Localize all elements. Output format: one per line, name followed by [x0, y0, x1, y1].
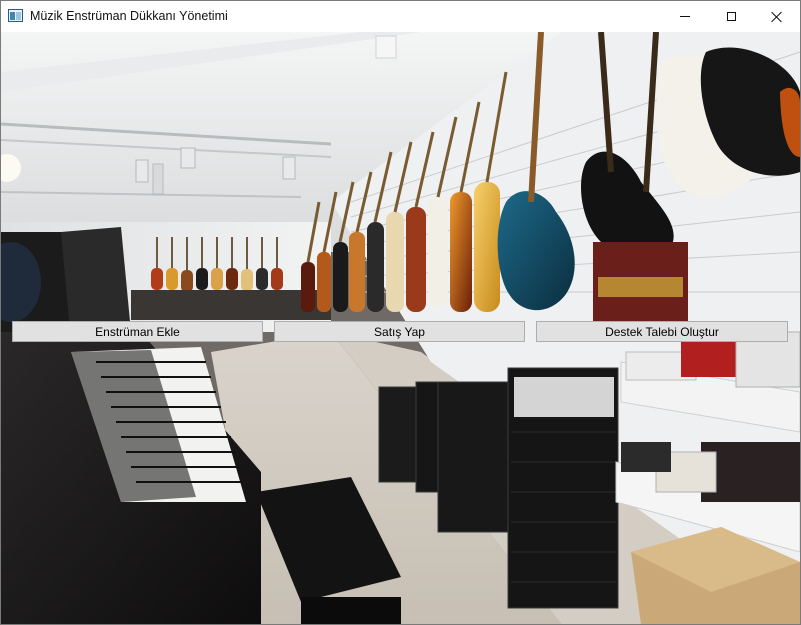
- app-icon: [8, 9, 23, 22]
- main-panel: Enstrüman Ekle Satış Yap Destek Talebi O…: [1, 32, 800, 624]
- minimize-button[interactable]: [662, 1, 708, 32]
- minimize-icon: [680, 16, 690, 17]
- close-icon: [771, 11, 783, 23]
- maximize-button[interactable]: [708, 1, 754, 32]
- app-window: Müzik Enstrüman Dükkanı Yönetimi Enstrüm…: [0, 0, 801, 625]
- add-instrument-button[interactable]: Enstrüman Ekle: [12, 321, 263, 342]
- maximize-icon: [726, 12, 736, 21]
- title-bar[interactable]: Müzik Enstrüman Dükkanı Yönetimi: [1, 1, 800, 32]
- create-support-ticket-button[interactable]: Destek Talebi Oluştur: [536, 321, 788, 342]
- window-title: Müzik Enstrüman Dükkanı Yönetimi: [30, 9, 228, 23]
- close-button[interactable]: [754, 1, 800, 32]
- make-sale-button[interactable]: Satış Yap: [274, 321, 525, 342]
